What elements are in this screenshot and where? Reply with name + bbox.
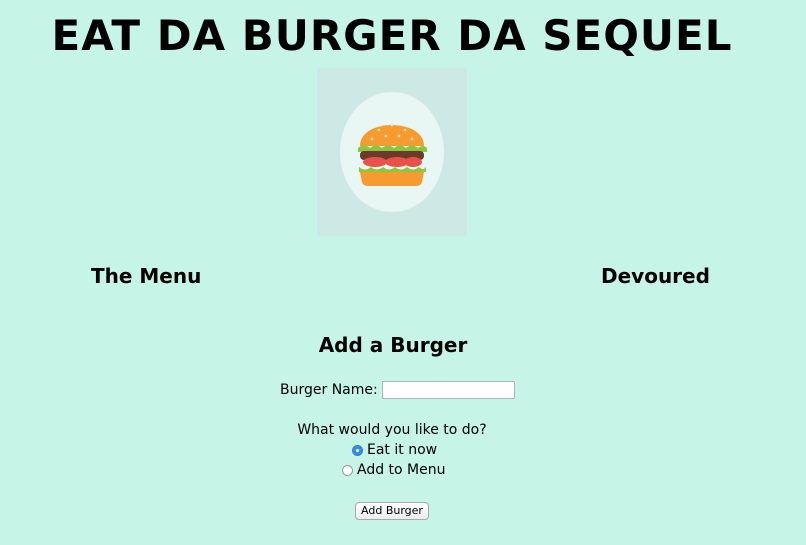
burger-name-label: Burger Name: <box>280 382 378 398</box>
add-burger-heading: Add a Burger <box>318 333 468 357</box>
eat-now-label: Eat it now <box>367 442 438 458</box>
add-burger-button[interactable]: Add Burger <box>355 502 429 520</box>
devoured-heading: Devoured <box>601 264 710 288</box>
logo-panel <box>317 68 467 236</box>
page-title: EAT DA BURGER DA SEQUEL <box>51 11 733 60</box>
burger-name-input[interactable] <box>381 381 515 399</box>
eat-now-radio[interactable] <box>352 444 363 456</box>
burger-name-row: Burger Name: <box>280 380 515 400</box>
add-to-menu-option[interactable]: Add to Menu <box>342 461 446 479</box>
action-question: What would you like to do? <box>297 422 487 438</box>
eat-now-option[interactable]: Eat it now <box>352 441 437 459</box>
add-to-menu-radio[interactable] <box>342 464 353 476</box>
burger-icon <box>340 92 444 212</box>
add-to-menu-label: Add to Menu <box>357 462 446 478</box>
menu-heading: The Menu <box>91 264 202 288</box>
